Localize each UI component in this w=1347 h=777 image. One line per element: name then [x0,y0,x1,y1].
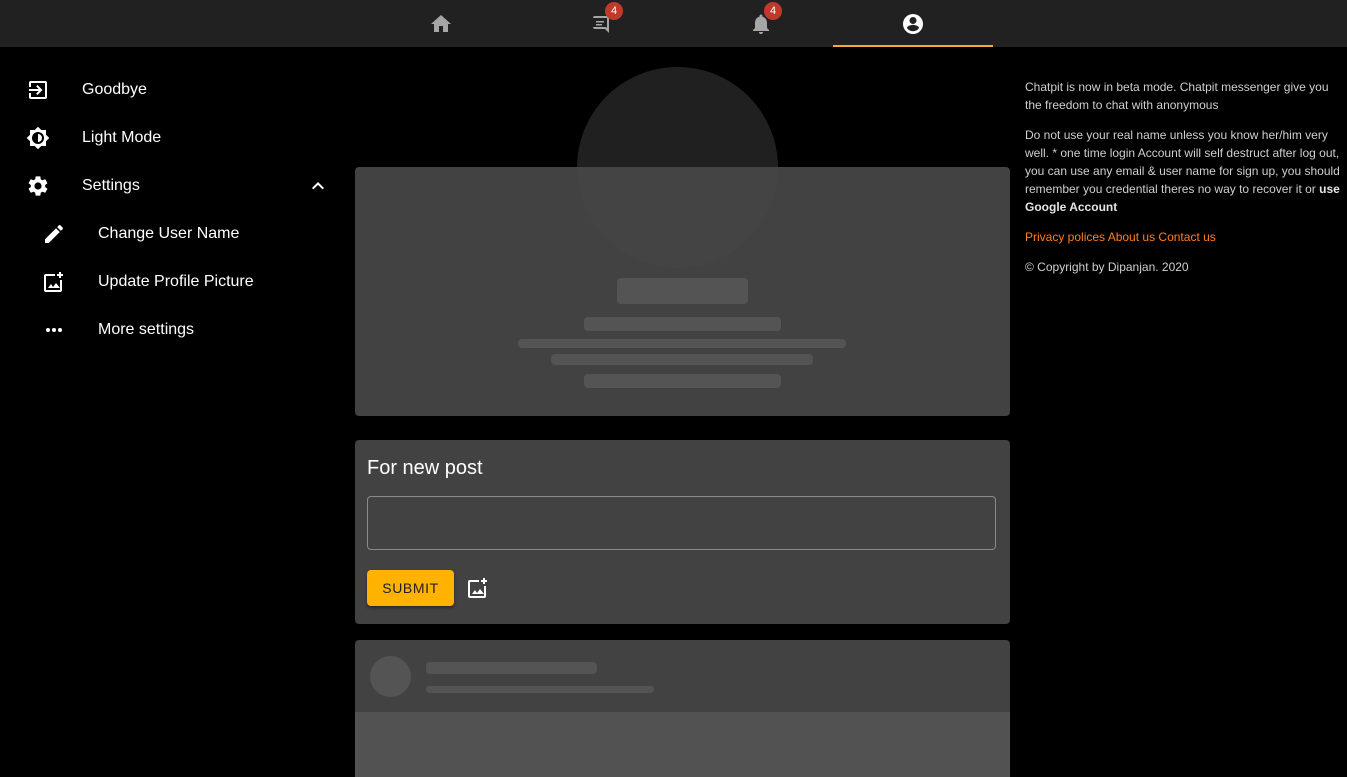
avatar-placeholder [577,67,778,268]
home-icon [431,14,451,32]
tab-home[interactable] [361,0,521,47]
account-circle-icon [903,13,923,34]
sidebar-item-more-settings[interactable]: More settings [0,306,345,354]
feed-post-skeleton [355,640,1010,777]
skeleton-line [551,354,813,365]
sidebar-item-label: Light Mode [82,129,162,146]
contact-us-link[interactable]: Contact us [1158,230,1215,244]
brightness-icon [26,126,50,150]
account-warning-text: Do not use your real name unless you kno… [1025,128,1340,196]
skeleton-line [584,317,781,331]
chevron-up-icon[interactable] [306,174,330,198]
new-post-title: For new post [367,457,483,479]
sidebar-item-label: Update Profile Picture [98,273,254,290]
gear-icon [26,174,50,198]
account-warning: Do not use your real name unless you kno… [1025,126,1343,216]
sidebar-item-label: Settings [82,177,140,194]
messages-badge: 4 [605,2,623,20]
footer-links: Privacy polices About us Contact us [1025,228,1343,246]
sidebar-item-label: Change User Name [98,225,240,242]
sidebar-item-update-profile-picture[interactable]: Update Profile Picture [0,258,345,306]
sidebar-item-light-mode[interactable]: Light Mode [0,114,345,162]
sidebar-item-change-user-name[interactable]: Change User Name [0,210,345,258]
sidebar-item-settings[interactable]: Settings [0,162,345,210]
submit-button[interactable]: SUBMIT [367,570,454,606]
add-photo-icon[interactable] [466,576,490,600]
more-horiz-icon [42,318,66,342]
tab-messages[interactable]: 4 [521,0,681,47]
logout-icon [26,78,50,102]
skeleton-line [584,374,781,388]
sidebar-item-goodbye[interactable]: Goodbye [0,66,345,114]
about-us-link[interactable]: About us [1108,230,1155,244]
sidebar-item-label: Goodbye [82,81,147,98]
add-photo-icon [42,270,66,294]
sidebar: Goodbye Light Mode Settings Change User … [0,66,345,354]
new-post-input[interactable] [367,496,996,550]
skeleton-avatar [370,656,411,697]
top-nav-bar: 4 4 [0,0,1347,47]
skeleton-line [426,662,597,674]
copyright: © Copyright by Dipanjan. 2020 [1025,260,1189,274]
skeleton-line [518,339,846,348]
skeleton-name-line [617,278,748,304]
skeleton-line [426,686,654,693]
sidebar-item-label: More settings [98,321,195,338]
tab-profile[interactable] [833,0,993,47]
pencil-icon [42,222,66,246]
privacy-policies-link[interactable]: Privacy polices [1025,230,1105,244]
info-panel: Chatpit is now in beta mode. Chatpit mes… [1025,78,1343,288]
notifications-badge: 4 [764,2,782,20]
beta-notice: Chatpit is now in beta mode. Chatpit mes… [1025,80,1329,112]
new-post-card: For new post SUBMIT [355,440,1010,624]
tab-notifications[interactable]: 4 [681,0,841,47]
skeleton-media [355,712,1010,777]
